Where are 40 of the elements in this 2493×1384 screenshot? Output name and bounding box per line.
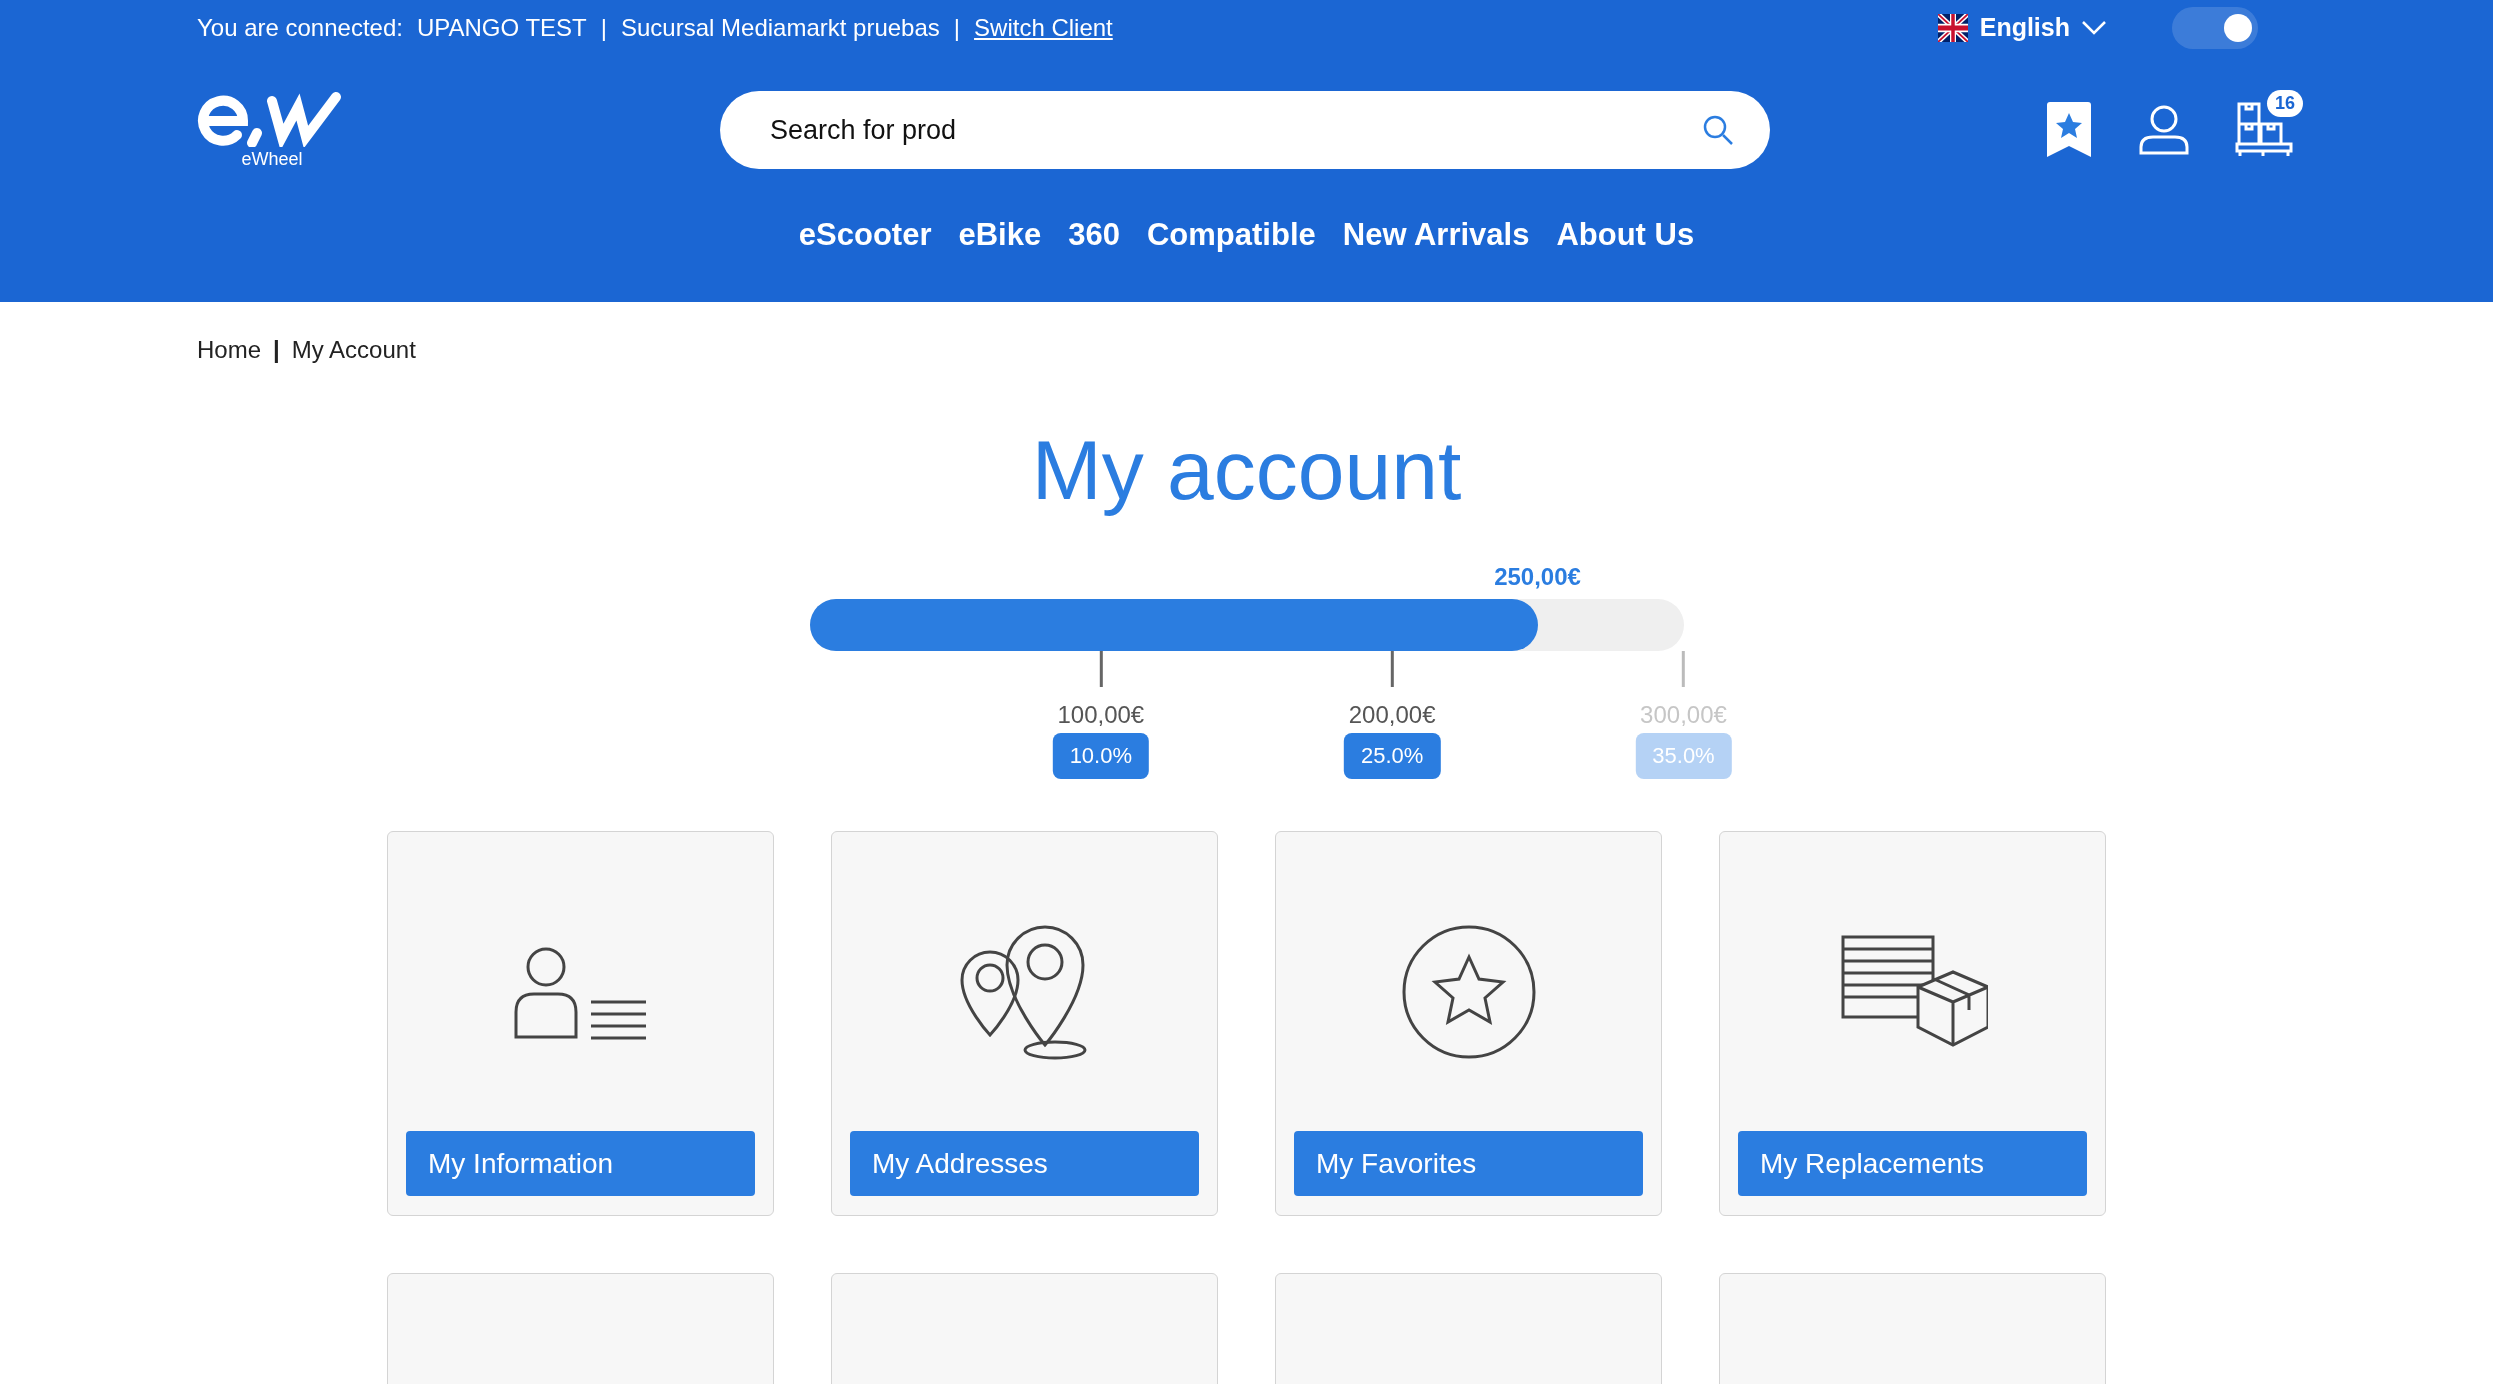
breadcrumb-link[interactable]: Home: [197, 336, 262, 364]
connection-text: |: [953, 13, 961, 42]
card-button[interactable]: My Favorites: [1294, 1131, 1643, 1196]
tier-amount: 100,00€: [1057, 701, 1145, 729]
tier-amount: 300,00€: [1640, 701, 1727, 729]
count-badge: 16: [2266, 90, 2303, 117]
search-input[interactable]: Search for prod: [768, 113, 1702, 147]
favorites-button[interactable]: [2045, 101, 2093, 159]
nav-link[interactable]: eBike: [958, 217, 1042, 253]
card-button[interactable]: My Addresses: [850, 1131, 1199, 1196]
connection-text: UPANGO TEST: [416, 13, 587, 42]
nav-link[interactable]: Compatible: [1146, 217, 1316, 253]
nav-link[interactable]: New Arrivals: [1342, 217, 1530, 253]
user-icon: [2139, 105, 2189, 155]
breadcrumb-separator: |: [273, 336, 280, 364]
bookmark-star-icon: [2045, 101, 2093, 159]
chevron-down-icon: [2082, 20, 2106, 35]
current-amount: 250,00€: [1494, 563, 1581, 591]
search-icon: [1702, 114, 1734, 146]
tier-amount: 200,00€: [1348, 701, 1436, 729]
nav-link[interactable]: About Us: [1556, 217, 1695, 253]
card-button[interactable]: My Information: [406, 1131, 755, 1196]
breadcrumb-link[interactable]: My Account: [291, 336, 416, 364]
discount-badge: 25.0%: [1343, 733, 1441, 779]
search-field[interactable]: Search for prod: [720, 91, 1770, 169]
connection-text: |: [600, 13, 607, 42]
nav-link[interactable]: 360: [1068, 217, 1120, 253]
connection-text: Sucursal Mediamarkt pruebas: [621, 13, 940, 42]
toggle-switch[interactable]: [2172, 6, 2258, 49]
logo-caption: eWheel: [241, 148, 303, 170]
language-selector[interactable]: English: [1937, 13, 2106, 42]
discount-badge: 35.0%: [1635, 733, 1732, 779]
discount-badge: 10.0%: [1052, 733, 1149, 779]
card-button[interactable]: My Replacements: [1738, 1131, 2087, 1196]
connection-text: You are connected:: [197, 13, 403, 42]
account-button[interactable]: [2139, 105, 2189, 155]
flag-icon: [1937, 13, 1968, 42]
nav-link[interactable]: eScooter: [798, 217, 932, 253]
page-title: My account: [1030, 422, 1463, 519]
switch-client-link[interactable]: Switch Client: [974, 13, 1113, 42]
